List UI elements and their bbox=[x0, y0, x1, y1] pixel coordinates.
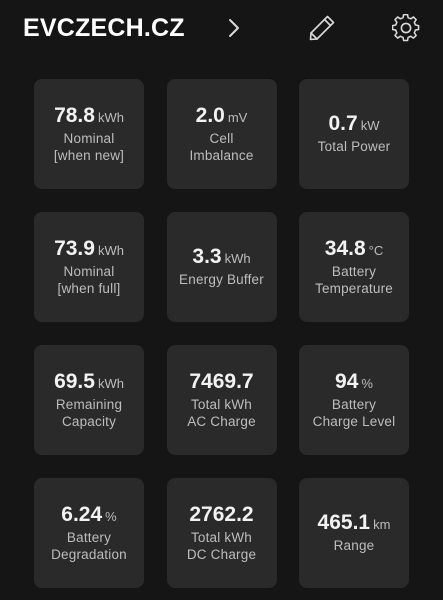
metric-label: Nominal [when full] bbox=[58, 263, 121, 297]
metric-label: Nominal [when new] bbox=[54, 130, 124, 164]
value-row: 2762.2 bbox=[189, 504, 253, 525]
metric-label-line: Imbalance bbox=[189, 147, 254, 163]
metric-label: Battery Degradation bbox=[51, 529, 127, 563]
metric-tile-battery-charge-level[interactable]: 94 % Battery Charge Level bbox=[299, 345, 409, 455]
metric-label-line: Range bbox=[333, 538, 375, 553]
pencil-icon bbox=[309, 15, 335, 41]
value-row: 73.9 kWh bbox=[54, 238, 124, 259]
metric-label-line: [when new] bbox=[53, 147, 125, 163]
metric-value: 94 bbox=[335, 369, 359, 393]
metric-label-line: DC Charge bbox=[186, 546, 257, 562]
metric-label-line: Cell bbox=[209, 130, 234, 146]
metric-label: Energy Buffer bbox=[179, 271, 264, 288]
metric-unit: °C bbox=[368, 242, 384, 258]
metric-value: 2.0 bbox=[195, 103, 225, 127]
metric-label-line: Charge Level bbox=[312, 413, 396, 429]
metric-label: Total kWh AC Charge bbox=[187, 396, 256, 430]
metric-label-line: Nominal bbox=[63, 263, 115, 279]
metric-tile-battery-temperature[interactable]: 34.8 °C Battery Temperature bbox=[299, 212, 409, 322]
value-row: 78.8 kWh bbox=[54, 105, 124, 126]
chevron-right-icon bbox=[229, 19, 239, 37]
metric-tile-cell-imbalance[interactable]: 2.0 mV Cell Imbalance bbox=[166, 79, 277, 189]
metric-unit: % bbox=[361, 375, 373, 391]
metric-label-line: Battery bbox=[331, 396, 377, 412]
next-button[interactable] bbox=[218, 12, 250, 44]
metric-tile-total-kwh-dc-charge[interactable]: 2762.2 Total kWh DC Charge bbox=[166, 478, 277, 588]
metric-label: Total Power bbox=[318, 138, 391, 155]
value-row: 34.8 °C bbox=[325, 238, 383, 259]
gear-icon bbox=[392, 14, 420, 42]
value-row: 7469.7 bbox=[189, 371, 253, 392]
settings-button[interactable] bbox=[390, 12, 422, 44]
metric-label-line: Temperature bbox=[315, 280, 393, 296]
metric-label-line: AC Charge bbox=[187, 413, 256, 429]
value-row: 94 % bbox=[335, 371, 373, 392]
metric-unit: kWh bbox=[224, 251, 251, 266]
metric-unit: kWh bbox=[97, 109, 124, 125]
metric-label-line: Battery bbox=[331, 263, 377, 279]
metric-value: 69.5 bbox=[54, 369, 95, 393]
metric-value: 7469.7 bbox=[189, 369, 254, 393]
value-row: 0.7 kW bbox=[329, 113, 380, 134]
value-row: 6.24 % bbox=[61, 504, 116, 525]
metric-unit: mV bbox=[227, 109, 248, 125]
metric-tile-nominal-when-full[interactable]: 73.9 kWh Nominal [when full] bbox=[34, 212, 144, 322]
metric-value: 2762.2 bbox=[189, 502, 254, 526]
metric-label-line: Capacity bbox=[61, 413, 117, 429]
metric-label-line: [when full] bbox=[57, 280, 121, 296]
metric-unit: kW bbox=[360, 118, 380, 133]
metric-label: Remaining Capacity bbox=[56, 396, 122, 430]
metric-value: 0.7 bbox=[328, 112, 358, 135]
value-row: 2.0 mV bbox=[196, 105, 248, 126]
edit-button[interactable] bbox=[306, 12, 338, 44]
metric-unit: % bbox=[105, 508, 117, 524]
metric-label: Total kWh DC Charge bbox=[187, 529, 256, 563]
metric-value: 73.9 bbox=[54, 236, 95, 260]
metric-label-line: Total Power bbox=[317, 139, 391, 154]
metric-label: Battery Temperature bbox=[315, 263, 393, 297]
metric-value: 465.1 bbox=[317, 511, 371, 534]
metric-label-line: Total kWh bbox=[190, 396, 253, 412]
metrics-grid: 78.8 kWh Nominal [when new] 2.0 mV Cell … bbox=[34, 79, 409, 588]
metric-label-line: Total kWh bbox=[190, 529, 253, 545]
metric-label-line: Degradation bbox=[51, 546, 127, 562]
value-row: 69.5 kWh bbox=[54, 371, 124, 392]
metric-tile-remaining-capacity[interactable]: 69.5 kWh Remaining Capacity bbox=[34, 345, 144, 455]
metric-tile-nominal-when-new[interactable]: 78.8 kWh Nominal [when new] bbox=[34, 79, 144, 189]
metric-tile-energy-buffer[interactable]: 3.3 kWh Energy Buffer bbox=[166, 212, 277, 322]
metric-value: 78.8 bbox=[54, 103, 95, 127]
app-title: EVCZECH.CZ bbox=[23, 14, 185, 42]
metric-label-line: Remaining bbox=[55, 396, 123, 412]
metric-label-line: Energy Buffer bbox=[179, 272, 264, 287]
metric-tile-total-kwh-ac-charge[interactable]: 7469.7 Total kWh AC Charge bbox=[166, 345, 277, 455]
value-row: 465.1 km bbox=[318, 512, 391, 533]
metric-unit: kWh bbox=[97, 242, 124, 258]
metric-label: Cell Imbalance bbox=[189, 130, 253, 164]
metric-tile-total-power[interactable]: 0.7 kW Total Power bbox=[299, 79, 409, 189]
metric-label: Battery Charge Level bbox=[313, 396, 396, 430]
app-header: EVCZECH.CZ bbox=[0, 0, 443, 60]
metric-label-line: Nominal bbox=[63, 130, 115, 146]
metric-unit: km bbox=[373, 517, 391, 532]
metric-value: 34.8 bbox=[324, 236, 366, 260]
metric-value: 6.24 bbox=[61, 502, 103, 526]
metric-tile-range[interactable]: 465.1 km Range bbox=[299, 478, 409, 588]
metric-label-line: Battery bbox=[66, 529, 112, 545]
metric-label: Range bbox=[334, 537, 375, 554]
value-row: 3.3 kWh bbox=[192, 246, 250, 267]
metric-tile-battery-degradation[interactable]: 6.24 % Battery Degradation bbox=[34, 478, 144, 588]
metric-unit: kWh bbox=[97, 375, 124, 391]
metric-value: 3.3 bbox=[192, 245, 222, 268]
